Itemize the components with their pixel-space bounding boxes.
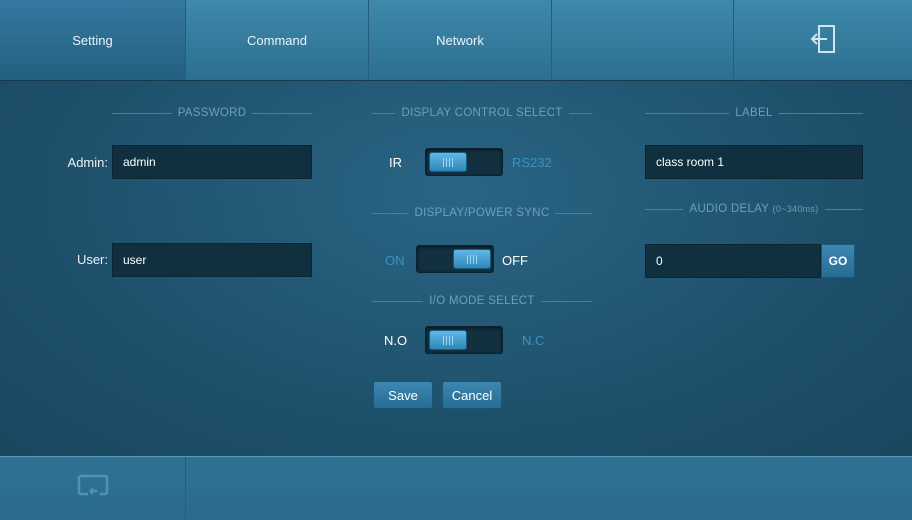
go-button[interactable]: GO — [821, 244, 855, 278]
tab-empty — [552, 0, 734, 80]
tab-label: Setting — [72, 32, 113, 48]
logout-button[interactable] — [734, 0, 912, 80]
display-control-rs232-option[interactable]: RS232 — [512, 155, 552, 170]
admin-password-field[interactable]: admin — [112, 145, 312, 179]
toggle-knob — [429, 152, 467, 172]
display-control-section-title: DISPLAY CONTROL SELECT — [372, 107, 593, 119]
audio-delay-title: AUDIO DELAY — [689, 203, 770, 215]
label-section-title: LABEL — [645, 107, 863, 119]
io-mode-no-option[interactable]: N.O — [384, 333, 407, 348]
label-input[interactable]: class room 1 — [645, 145, 863, 179]
audio-delay-section-title: AUDIO DELAY (0~340ms) — [645, 203, 864, 215]
save-button[interactable]: Save — [373, 381, 433, 409]
io-mode-nc-option[interactable]: N.C — [522, 333, 544, 348]
audio-delay-range: (0~340ms) — [772, 204, 819, 214]
power-sync-off-option[interactable]: OFF — [502, 253, 528, 268]
return-button[interactable] — [0, 457, 186, 520]
toggle-knob — [429, 330, 467, 350]
display-control-toggle[interactable] — [425, 148, 503, 176]
tab-label: Network — [436, 32, 484, 48]
user-password-field[interactable]: user — [112, 243, 312, 277]
power-sync-toggle[interactable] — [416, 245, 494, 273]
power-sync-on-option[interactable]: ON — [385, 253, 405, 268]
tab-bar: Setting Command Network — [0, 0, 912, 81]
tab-setting[interactable]: Setting — [0, 0, 186, 80]
cancel-button[interactable]: Cancel — [442, 381, 502, 409]
tab-network[interactable]: Network — [369, 0, 552, 80]
power-sync-section-title: DISPLAY/POWER SYNC — [372, 207, 593, 219]
password-section-title: PASSWORD — [112, 107, 313, 119]
tab-command[interactable]: Command — [186, 0, 369, 80]
settings-panel: PASSWORD Admin: admin User: user DISPLAY… — [0, 81, 912, 456]
user-label: User: — [76, 252, 108, 267]
logout-icon — [809, 24, 837, 57]
tab-label: Command — [247, 32, 307, 48]
admin-label: Admin: — [67, 155, 108, 170]
io-mode-toggle[interactable] — [425, 326, 503, 354]
return-icon — [75, 473, 111, 504]
toggle-knob — [453, 249, 491, 269]
bottom-bar — [0, 456, 912, 520]
audio-delay-input[interactable]: 0 — [645, 244, 821, 278]
io-mode-section-title: I/O MODE SELECT — [372, 295, 592, 307]
display-control-ir-option[interactable]: IR — [389, 155, 402, 170]
